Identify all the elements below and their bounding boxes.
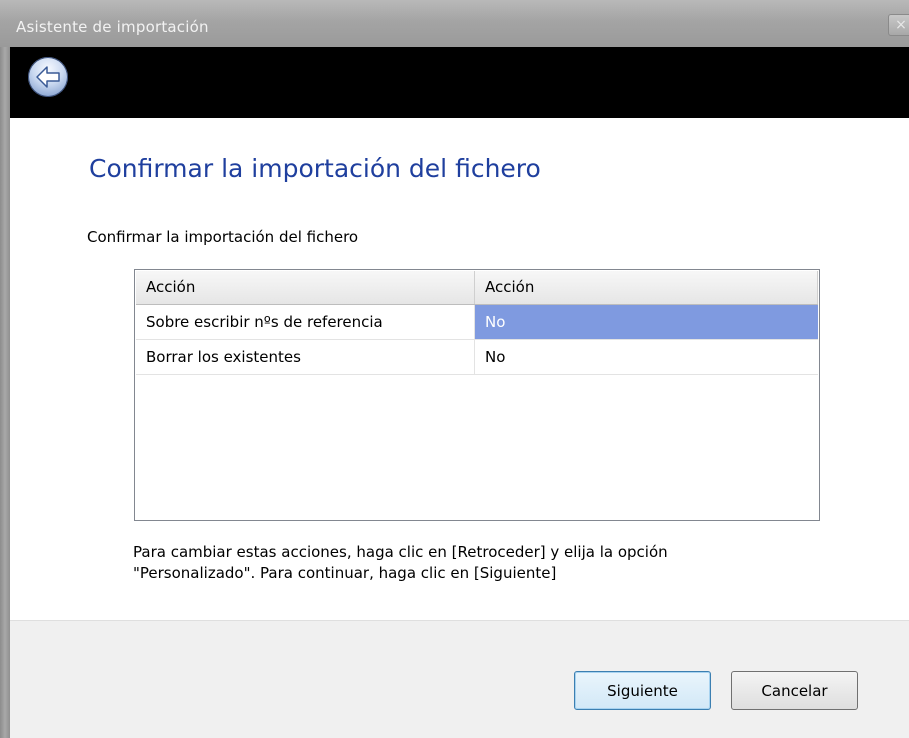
instructions-text: Para cambiar estas acciones, haga clic e… bbox=[133, 542, 833, 584]
action-value-cell[interactable]: No bbox=[475, 305, 818, 339]
navigation-bar bbox=[10, 47, 909, 118]
content-area: Confirmar la importación del fichero Con… bbox=[10, 118, 909, 620]
table-row[interactable]: Borrar los existentes No bbox=[136, 340, 818, 375]
back-arrow-icon bbox=[36, 66, 60, 88]
back-button[interactable] bbox=[28, 57, 68, 97]
window-frame-left bbox=[0, 47, 10, 738]
table-row[interactable]: Sobre escribir nºs de referencia No bbox=[136, 305, 818, 340]
column-header[interactable]: Acción bbox=[136, 271, 475, 304]
instructions-line: Para cambiar estas acciones, haga clic e… bbox=[133, 543, 668, 561]
action-value-cell[interactable]: No bbox=[475, 340, 818, 374]
close-button[interactable]: × bbox=[888, 14, 909, 36]
actions-grid[interactable]: Acción Acción Sobre escribir nºs de refe… bbox=[134, 269, 820, 521]
cancel-button[interactable]: Cancelar bbox=[731, 671, 858, 710]
column-header[interactable]: Acción bbox=[475, 271, 818, 304]
page-subtitle: Confirmar la importación del fichero bbox=[87, 228, 359, 246]
grid-header: Acción Acción bbox=[136, 271, 818, 305]
next-button[interactable]: Siguiente bbox=[574, 671, 711, 710]
window-title: Asistente de importación bbox=[16, 18, 209, 36]
action-name-cell[interactable]: Sobre escribir nºs de referencia bbox=[136, 305, 475, 339]
instructions-line: "Personalizado". Para continuar, haga cl… bbox=[133, 564, 557, 582]
title-bar: Asistente de importación × bbox=[0, 0, 909, 47]
page-title: Confirmar la importación del fichero bbox=[89, 154, 541, 183]
action-name-cell[interactable]: Borrar los existentes bbox=[136, 340, 475, 374]
button-footer: Siguiente Cancelar bbox=[10, 620, 909, 738]
